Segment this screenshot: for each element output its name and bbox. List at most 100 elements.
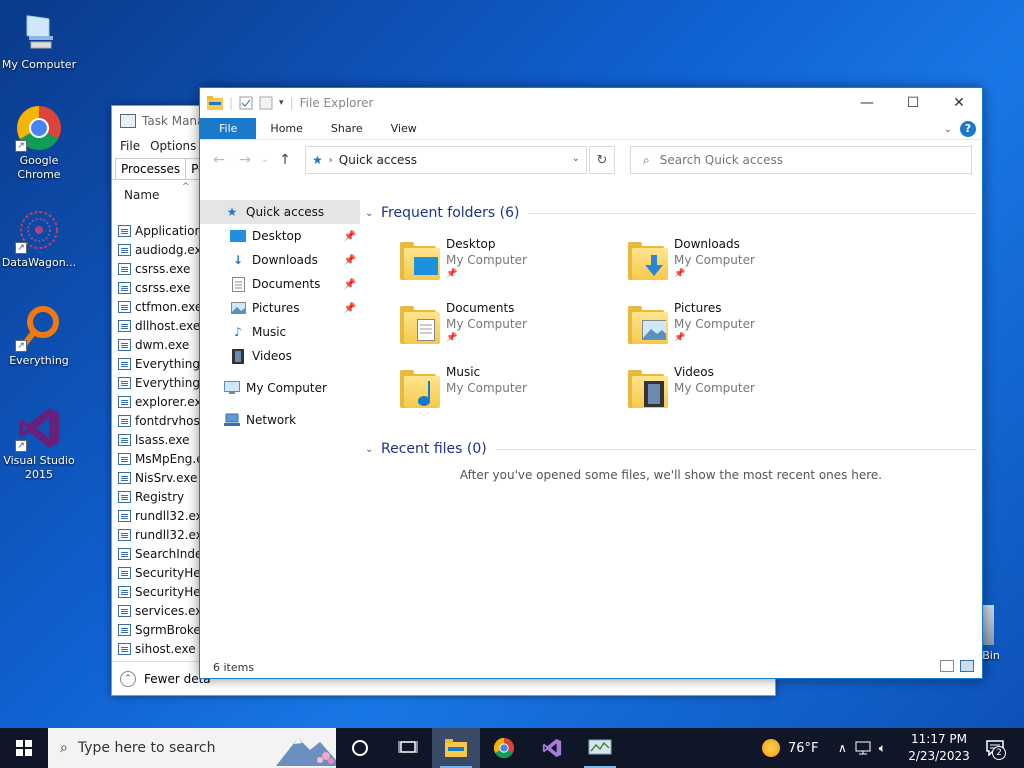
maximize-button[interactable]: ☐ <box>890 88 936 118</box>
ribbon-tab-share[interactable]: Share <box>317 118 377 139</box>
taskbar-visual-studio[interactable] <box>528 728 576 768</box>
forward-button[interactable]: → <box>232 152 258 168</box>
close-button[interactable]: ✕ <box>936 88 982 118</box>
taskbar-search-box[interactable]: ⌕ Type here to search <box>48 728 336 768</box>
pictures-overlay-icon <box>642 320 666 340</box>
process-row[interactable]: rundll32.exe <box>112 525 202 544</box>
process-row[interactable]: dwm.exe <box>112 335 202 354</box>
process-row[interactable]: SecurityHea <box>112 563 202 582</box>
task-view-button[interactable] <box>384 728 432 768</box>
nav-item-quick-access[interactable]: ★ Quick access <box>200 200 360 224</box>
process-row[interactable]: Everything.e <box>112 354 202 373</box>
breadcrumb-quick-access[interactable]: Quick access <box>339 153 417 167</box>
ribbon-tab-view[interactable]: View <box>377 118 431 139</box>
process-row[interactable]: MsMpEng.e <box>112 449 202 468</box>
recent-files-header[interactable]: ⌄ Recent files (0) <box>365 436 977 462</box>
desktop-icon-everything[interactable]: ↗ Everything <box>0 304 78 368</box>
nav-item-documents[interactable]: Documents 📌 <box>200 272 360 296</box>
process-row[interactable]: Application <box>112 221 202 240</box>
chevron-up-icon[interactable]: ∧ <box>838 741 847 755</box>
process-row[interactable]: SgrmBroker. <box>112 620 202 639</box>
process-row[interactable]: fontdrvhost. <box>112 411 202 430</box>
folder-tile-pictures[interactable]: Pictures My Computer 📌 <box>628 300 848 360</box>
expand-ribbon-icon[interactable]: ⌄ <box>944 124 952 135</box>
desktop-icon-visual-studio[interactable]: ↗ Visual Studio 2015 <box>0 404 78 482</box>
minimize-button[interactable]: — <box>844 88 890 118</box>
process-row[interactable]: rundll32.exe <box>112 506 202 525</box>
process-row[interactable]: services.exe <box>112 601 202 620</box>
ribbon-tab-file[interactable]: File <box>200 118 257 139</box>
process-row[interactable]: sihost.exe <box>112 639 202 658</box>
chevron-up-icon[interactable]: ⌃ <box>120 670 136 687</box>
ribbon-tab-home[interactable]: Home <box>256 118 316 139</box>
volume-icon[interactable]: 🔈︎ <box>879 741 886 756</box>
details-view-icon[interactable] <box>940 660 954 672</box>
nav-item-music[interactable]: ♪ Music <box>200 320 360 344</box>
address-bar[interactable]: ★ › Quick access ⌄ <box>305 146 587 174</box>
nav-item-my-computer[interactable]: My Computer <box>200 376 360 400</box>
cortana-button[interactable] <box>336 728 384 768</box>
explorer-titlebar[interactable]: | ▾ | File Explorer — ☐ ✕ <box>200 88 982 118</box>
quick-access-star-icon: ★ <box>312 153 323 167</box>
taskbar-task-manager[interactable] <box>576 728 624 768</box>
nav-item-desktop[interactable]: Desktop 📌 <box>200 224 360 248</box>
process-icon <box>118 357 131 370</box>
document-icon <box>230 276 246 292</box>
nav-item-label: Videos <box>252 349 292 363</box>
large-icons-view-icon[interactable] <box>960 660 974 672</box>
datawagon-icon: ↗ <box>15 206 63 254</box>
folder-tile-videos[interactable]: Videos My Computer <box>628 364 848 424</box>
refresh-button[interactable]: ↻ <box>589 146 615 174</box>
weather-widget[interactable]: 76°F <box>762 728 819 768</box>
network-icon[interactable] <box>855 741 871 755</box>
process-row[interactable]: NisSrv.exe <box>112 468 202 487</box>
weather-temperature: 76°F <box>788 740 819 756</box>
start-button[interactable] <box>0 728 48 768</box>
up-button[interactable]: ↑ <box>272 152 298 168</box>
frequent-folders-header[interactable]: ⌄ Frequent folders (6) <box>365 200 977 226</box>
folder-tile-desktop[interactable]: Desktop My Computer 📌 <box>400 236 620 296</box>
desktop-icon-datawagon[interactable]: ↗ DataWagon... <box>0 206 78 270</box>
process-icon <box>118 585 131 598</box>
recent-locations-button[interactable]: ⌄ <box>258 155 272 165</box>
taskbar-file-explorer[interactable] <box>432 728 480 768</box>
process-row[interactable]: Registry <box>112 487 202 506</box>
process-row[interactable]: ctfmon.exe <box>112 297 202 316</box>
process-icon <box>118 376 131 389</box>
nav-item-label: My Computer <box>246 381 327 395</box>
menu-options[interactable]: Options <box>150 139 196 153</box>
process-row[interactable]: SecurityHea <box>112 582 202 601</box>
process-row[interactable]: audiodg.exe <box>112 240 202 259</box>
process-row[interactable]: dllhost.exe <box>112 316 202 335</box>
nav-item-network[interactable]: Network <box>200 408 360 432</box>
process-row[interactable]: csrss.exe <box>112 259 202 278</box>
process-row[interactable]: explorer.exe <box>112 392 202 411</box>
tab-processes[interactable]: Processes <box>115 158 187 179</box>
folder-tile-documents[interactable]: Documents My Computer 📌 <box>400 300 620 360</box>
folder-tile-downloads[interactable]: Downloads My Computer 📌 <box>628 236 848 296</box>
new-folder-icon[interactable] <box>259 96 273 110</box>
customize-toolbar-icon[interactable]: ▾ <box>279 98 284 108</box>
back-button[interactable]: ← <box>206 152 232 168</box>
process-name: Everything.e <box>135 375 202 390</box>
process-row[interactable]: csrss.exe <box>112 278 202 297</box>
process-row[interactable]: SearchIndex <box>112 544 202 563</box>
nav-item-videos[interactable]: Videos <box>200 344 360 368</box>
search-input[interactable]: ⌕ Search Quick access <box>630 146 972 174</box>
desktop-icon-my-computer[interactable]: My Computer <box>0 8 78 72</box>
desktop-icon-chrome[interactable]: ↗ Google Chrome <box>0 104 78 182</box>
taskbar-clock[interactable]: 11:17 PM 2/23/2023 <box>906 731 972 765</box>
desktop-folder-icon <box>230 228 246 244</box>
clock-date: 2/23/2023 <box>908 749 970 763</box>
address-dropdown-icon[interactable]: ⌄ <box>572 153 580 164</box>
process-row[interactable]: Everything.e <box>112 373 202 392</box>
action-center-button[interactable]: 2 <box>980 728 1010 768</box>
nav-item-downloads[interactable]: ↓ Downloads 📌 <box>200 248 360 272</box>
taskbar-chrome[interactable] <box>480 728 528 768</box>
process-row[interactable]: lsass.exe <box>112 430 202 449</box>
menu-file[interactable]: File <box>120 139 140 153</box>
properties-icon[interactable] <box>239 96 253 110</box>
folder-tile-music[interactable]: Music My Computer <box>400 364 620 424</box>
help-icon[interactable]: ? <box>960 121 976 137</box>
nav-item-pictures[interactable]: Pictures 📌 <box>200 296 360 320</box>
